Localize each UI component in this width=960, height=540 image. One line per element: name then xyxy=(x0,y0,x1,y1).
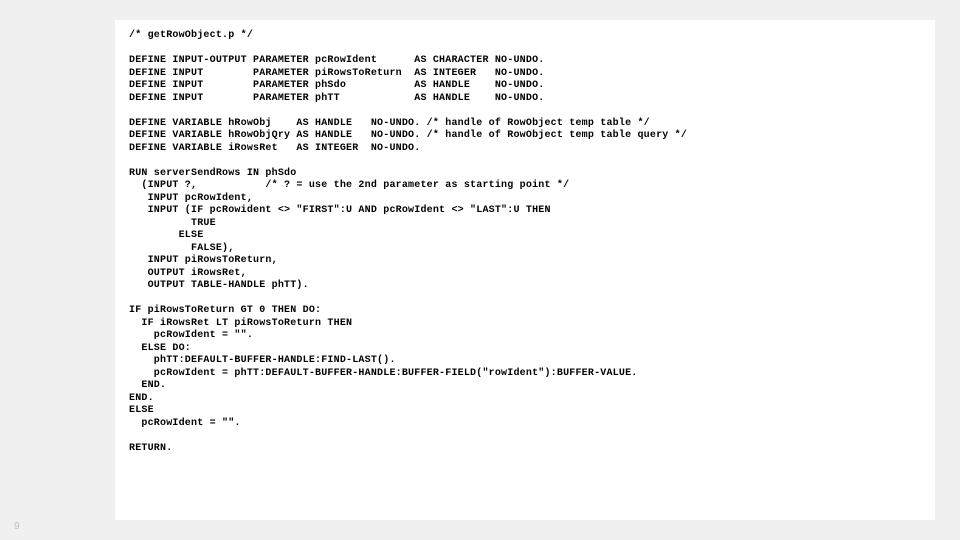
slide-number: 9 xyxy=(14,521,20,532)
code-block: /* getRowObject.p */ DEFINE INPUT-OUTPUT… xyxy=(115,20,935,520)
code-text: /* getRowObject.p */ DEFINE INPUT-OUTPUT… xyxy=(129,30,921,455)
